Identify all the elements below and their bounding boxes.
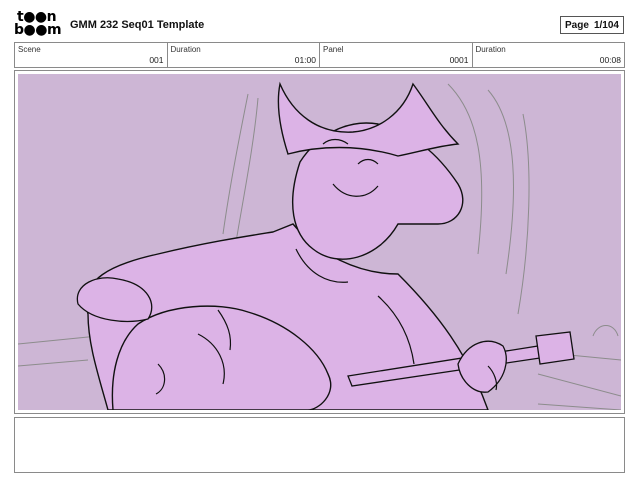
page-indicator: Page 1/104 [560, 16, 624, 34]
hat-shape [277, 81, 460, 157]
scene-duration-value: 01:00 [294, 55, 316, 65]
panel-duration-cell: Duration 00:08 [473, 43, 625, 67]
toonboom-logo: t●●n b●●m [14, 10, 62, 39]
page-label: Page [565, 19, 589, 31]
panel-value: 0001 [449, 55, 469, 65]
page-number: 1/104 [593, 19, 619, 31]
storyboard-panel[interactable] [14, 70, 625, 414]
panel-label: Panel [323, 45, 344, 54]
logo-line-2: b●●m [14, 22, 62, 38]
character-figure [76, 81, 575, 410]
notes-area[interactable] [14, 417, 625, 473]
panel-duration-label: Duration [475, 45, 506, 54]
panel-info-row: Scene 001 Duration 01:00 Panel 0001 Dura… [14, 42, 625, 68]
scene-value: 001 [149, 55, 164, 65]
header: t●●n b●●m GMM 232 Seq01 Template Page 1/… [0, 0, 640, 40]
scene-duration-label: Duration [170, 45, 201, 54]
scene-cell: Scene 001 [15, 43, 168, 67]
sketch-drawing [18, 81, 621, 410]
document-title: GMM 232 Seq01 Template [70, 19, 205, 31]
panel-cell: Panel 0001 [320, 43, 473, 67]
panel-duration-value: 00:08 [599, 55, 621, 65]
guitar-head [535, 331, 575, 365]
panel-sketch [18, 74, 621, 410]
scene-label: Scene [18, 45, 41, 54]
scene-duration-cell: Duration 01:00 [168, 43, 320, 67]
